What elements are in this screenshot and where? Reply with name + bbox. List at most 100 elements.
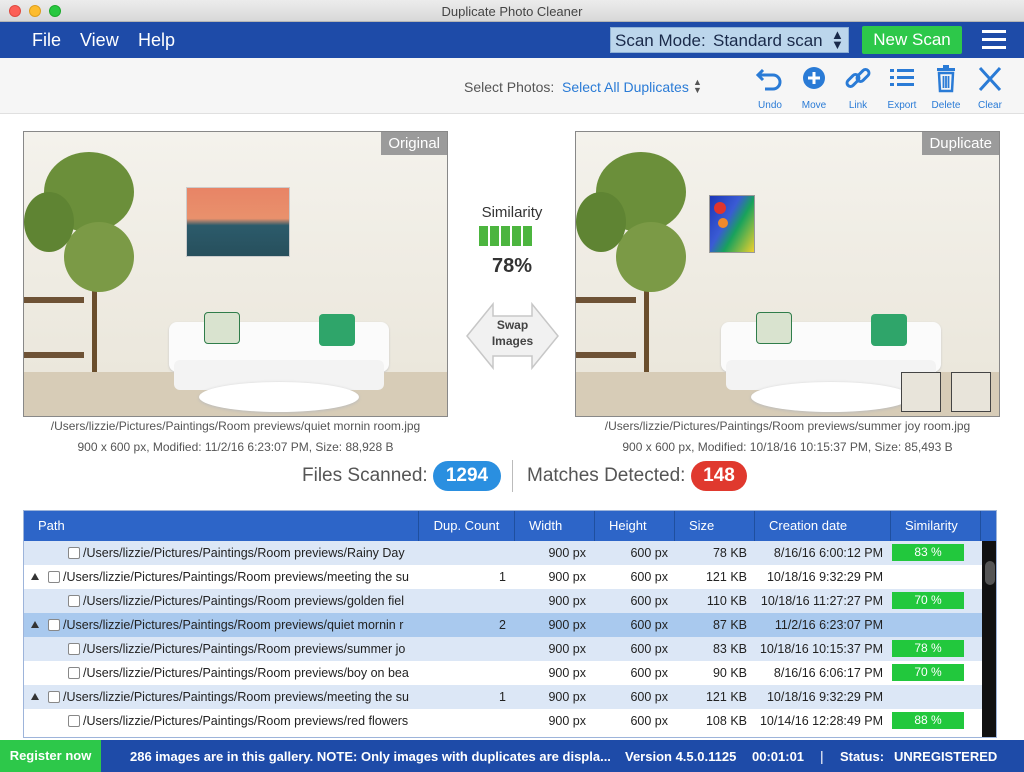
- clear-button[interactable]: Clear: [968, 64, 1012, 111]
- duplicate-info: 900 x 600 px, Modified: 10/18/16 10:15:3…: [622, 440, 953, 454]
- menu-bar: File View Help Scan Mode: Standard scan …: [0, 22, 1024, 58]
- wall-painting: [709, 195, 755, 253]
- row-checkbox[interactable]: [68, 667, 80, 679]
- cell-creation-date: 10/18/16 10:15:37 PM: [759, 642, 883, 656]
- scan-mode-value: Standard scan: [713, 31, 823, 50]
- original-path: /Users/lizzie/Pictures/Paintings/Room pr…: [50, 419, 421, 433]
- cell-height: 600 px: [630, 666, 668, 680]
- status-bar: Register now 286 images are in this gall…: [0, 740, 1024, 772]
- move-label: Move: [801, 100, 827, 111]
- stats-divider: [512, 460, 513, 492]
- status-label: Status:: [840, 749, 885, 764]
- column-dup-count[interactable]: Dup. Count: [419, 511, 515, 541]
- cell-height: 600 px: [630, 546, 668, 560]
- status-value: UNREGISTERED: [894, 749, 998, 764]
- cell-width: 900 px: [548, 666, 586, 680]
- column-creation-date[interactable]: Creation date: [755, 511, 891, 541]
- cell-creation-date: 10/18/16 9:32:29 PM: [766, 570, 883, 584]
- column-path[interactable]: Path: [24, 511, 419, 541]
- scan-mode-label: Scan Mode:: [615, 31, 706, 50]
- menu-view[interactable]: View: [80, 30, 119, 51]
- cell-dup-count: 1: [499, 570, 506, 584]
- cell-dup-count: 1: [499, 690, 506, 704]
- clear-icon: [978, 66, 1002, 92]
- similarity-meter: [479, 226, 539, 246]
- cell-path: /Users/lizzie/Pictures/Paintings/Room pr…: [83, 594, 404, 608]
- column-height[interactable]: Height: [595, 511, 675, 541]
- swap-images-button[interactable]: Swap Images: [465, 300, 560, 372]
- cell-path: /Users/lizzie/Pictures/Paintings/Room pr…: [83, 642, 406, 656]
- row-checkbox[interactable]: [68, 715, 80, 727]
- cell-path: /Users/lizzie/Pictures/Paintings/Room pr…: [63, 570, 409, 584]
- row-checkbox[interactable]: [68, 595, 80, 607]
- status-separator: |: [820, 748, 824, 764]
- column-size[interactable]: Size: [675, 511, 755, 541]
- move-icon: [803, 67, 825, 89]
- expand-triangle-icon[interactable]: [31, 693, 39, 700]
- row-checkbox[interactable]: [68, 643, 80, 655]
- scrollbar-thumb[interactable]: [985, 561, 995, 585]
- expand-triangle-icon[interactable]: [31, 621, 39, 628]
- cell-height: 600 px: [630, 594, 668, 608]
- cell-creation-date: 8/16/16 6:06:17 PM: [773, 666, 883, 680]
- table-scrollbar[interactable]: [982, 541, 996, 737]
- row-checkbox[interactable]: [48, 619, 60, 631]
- table-row-group[interactable]: /Users/lizzie/Pictures/Paintings/Room pr…: [24, 565, 982, 589]
- table-row[interactable]: /Users/lizzie/Pictures/Paintings/Room pr…: [24, 589, 982, 613]
- register-now-button[interactable]: Register now: [0, 740, 101, 772]
- delete-button[interactable]: Delete: [924, 64, 968, 111]
- expand-triangle-icon[interactable]: [31, 573, 39, 580]
- row-checkbox[interactable]: [48, 691, 60, 703]
- cell-similarity-bar: 70 %: [892, 664, 964, 681]
- cell-width: 900 px: [548, 594, 586, 608]
- move-button[interactable]: Move: [792, 64, 836, 111]
- column-similarity[interactable]: Similarity: [891, 511, 981, 541]
- elapsed-time: 00:01:01: [752, 749, 805, 764]
- cell-dup-count: [419, 589, 506, 613]
- cell-creation-date: 10/18/16 11:27:27 PM: [760, 594, 883, 608]
- cell-size: 110 KB: [706, 594, 747, 608]
- select-photos-dropdown[interactable]: Select All Duplicates: [562, 79, 689, 95]
- link-button[interactable]: Link: [836, 64, 880, 111]
- table-row[interactable]: /Users/lizzie/Pictures/Paintings/Room pr…: [24, 637, 982, 661]
- original-image[interactable]: Original: [23, 131, 448, 417]
- select-photos-label: Select Photos:: [464, 79, 555, 95]
- table-row-group[interactable]: /Users/lizzie/Pictures/Paintings/Room pr…: [24, 685, 982, 709]
- export-button[interactable]: Export: [880, 64, 924, 111]
- cell-width: 900 px: [548, 570, 586, 584]
- row-checkbox[interactable]: [68, 547, 80, 559]
- table-row[interactable]: /Users/lizzie/Pictures/Paintings/Room pr…: [24, 541, 982, 565]
- delete-icon: [937, 65, 955, 93]
- duplicate-path: /Users/lizzie/Pictures/Paintings/Room pr…: [604, 419, 971, 433]
- cell-dup-count: 2: [499, 618, 506, 632]
- hamburger-menu-icon[interactable]: [982, 30, 1006, 50]
- table-row[interactable]: /Users/lizzie/Pictures/Paintings/Room pr…: [24, 661, 982, 685]
- duplicate-tag: Duplicate: [922, 132, 999, 155]
- cell-width: 900 px: [548, 546, 586, 560]
- row-checkbox[interactable]: [48, 571, 60, 583]
- cell-height: 600 px: [630, 642, 668, 656]
- duplicate-image[interactable]: Duplicate: [575, 131, 1000, 417]
- duplicate-thumbnail[interactable]: [901, 372, 941, 412]
- duplicate-thumbnail[interactable]: [951, 372, 991, 412]
- matches-detected-badge: 148: [691, 461, 747, 491]
- new-scan-button[interactable]: New Scan: [862, 26, 962, 54]
- scan-mode-select[interactable]: Scan Mode: Standard scan ▲ ▼: [610, 27, 849, 53]
- undo-label: Undo: [758, 100, 782, 111]
- column-width[interactable]: Width: [515, 511, 595, 541]
- export-icon: [890, 69, 914, 86]
- delete-label: Delete: [931, 100, 961, 111]
- cell-size: 78 KB: [712, 546, 747, 560]
- cell-path: /Users/lizzie/Pictures/Paintings/Room pr…: [83, 714, 409, 728]
- original-tag: Original: [381, 132, 447, 155]
- table-row-group[interactable]: /Users/lizzie/Pictures/Paintings/Room pr…: [24, 613, 982, 637]
- undo-button[interactable]: Undo: [748, 64, 792, 111]
- cell-dup-count: [419, 541, 506, 565]
- cell-size: 121 KB: [705, 690, 747, 704]
- files-scanned-badge: 1294: [433, 461, 501, 491]
- cell-path: /Users/lizzie/Pictures/Paintings/Room pr…: [83, 546, 405, 560]
- table-row[interactable]: /Users/lizzie/Pictures/Paintings/Room pr…: [24, 709, 982, 733]
- menu-file[interactable]: File: [32, 30, 61, 51]
- menu-help[interactable]: Help: [138, 30, 175, 51]
- cell-size: 90 KB: [712, 666, 747, 680]
